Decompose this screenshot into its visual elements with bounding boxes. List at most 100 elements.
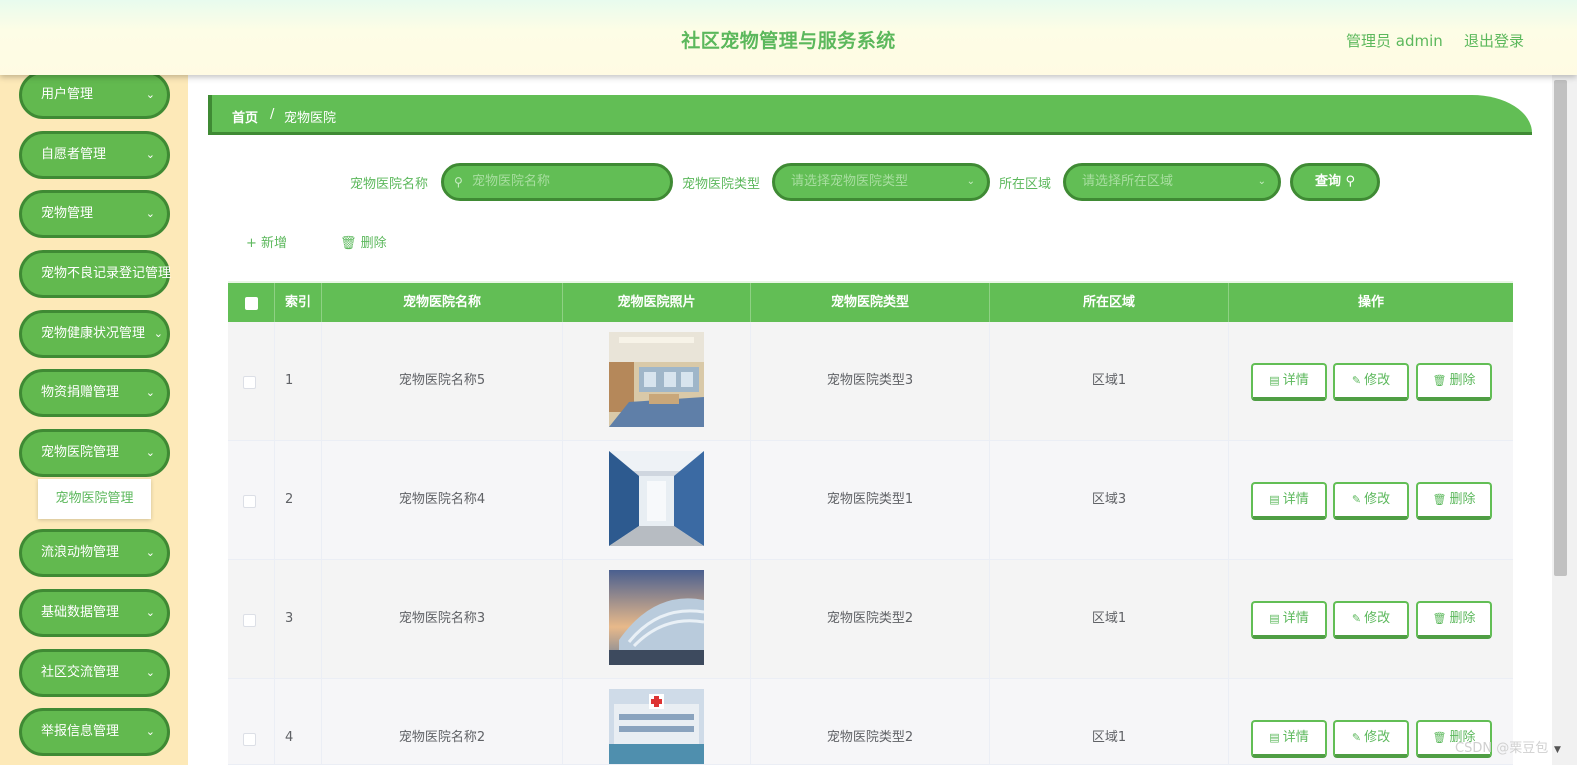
detail-label: 详情: [1282, 492, 1309, 507]
detail-button[interactable]: ▤ 详情: [1251, 482, 1327, 520]
search-icon: ⚲: [1345, 174, 1356, 189]
name-cell: 宠物医院名称3: [322, 560, 563, 678]
name-cell: 宠物医院名称2: [322, 679, 563, 764]
row-checkbox[interactable]: [243, 614, 256, 627]
name-cell: 宠物医院名称4: [322, 441, 563, 559]
edit-button[interactable]: ✎ 修改: [1333, 601, 1409, 639]
row-checkbox[interactable]: [243, 733, 256, 746]
detail-button[interactable]: ▤ 详情: [1251, 363, 1327, 401]
current-user: 管理员 admin: [1346, 32, 1443, 50]
select-all-checkbox[interactable]: [245, 297, 258, 310]
delete-label: 删除: [360, 236, 387, 251]
edit-button[interactable]: ✎ 修改: [1333, 363, 1409, 401]
header-hospital-name: 宠物医院名称: [322, 283, 563, 322]
edit-label: 修改: [1364, 611, 1391, 626]
chevron-down-icon: ⌄: [145, 666, 155, 679]
table-row: 3 宠物医院名称3 宠物医院类型2 区域1 ▤ 详情 ✎ 修改 🗑 删除: [228, 560, 1513, 679]
detail-label: 详情: [1282, 611, 1309, 626]
area-cell: 区域1: [990, 322, 1229, 440]
row-checkbox[interactable]: [243, 495, 256, 508]
sidebar-item-pet-bad-records[interactable]: 宠物不良记录登记管理: [19, 250, 172, 298]
hospital-type-placeholder: 请选择宠物医院类型: [791, 174, 909, 189]
row-checkbox[interactable]: [243, 376, 256, 389]
trash-icon: 🗑: [1432, 493, 1447, 506]
add-button[interactable]: + 新增: [246, 232, 287, 251]
sidebar-item-label: 宠物不良记录登记管理: [41, 266, 172, 281]
logout-link[interactable]: 退出登录: [1464, 30, 1524, 51]
detail-button[interactable]: ▤ 详情: [1251, 601, 1327, 639]
scrollbar-thumb[interactable]: [1554, 80, 1567, 576]
scroll-down-arrow-icon[interactable]: ▼: [1554, 745, 1561, 755]
table-row: 1 宠物医院名称5 宠物医院类型3 区域1 ▤ 详情 ✎ 修改 🗑 删除: [228, 322, 1513, 441]
add-label: 新增: [261, 236, 288, 251]
app-title: 社区宠物管理与服务系统: [681, 30, 896, 52]
hospital-photo: [609, 332, 704, 427]
pencil-icon: ✎: [1351, 731, 1362, 744]
document-icon: ▤: [1269, 374, 1280, 387]
hospital-photo: [609, 451, 704, 546]
edit-button[interactable]: ✎ 修改: [1333, 720, 1409, 758]
sidebar-subitem-pet-hospitals[interactable]: 宠物医院管理: [38, 479, 151, 519]
pencil-icon: ✎: [1351, 493, 1362, 506]
breadcrumb-home[interactable]: 首页: [232, 107, 258, 126]
hospital-type-select[interactable]: 请选择宠物医院类型 ⌄: [772, 163, 990, 201]
breadcrumb-current: 宠物医院: [284, 111, 337, 126]
sidebar-item-strays[interactable]: 流浪动物管理 ⌄: [19, 529, 170, 577]
table-row: 4 宠物医院名称2 宠物医院类型2 区域1 ▤ 详情 ✎ 修改 🗑 删除: [228, 679, 1513, 765]
select-cell: [228, 679, 275, 764]
sidebar-item-pet-hospitals[interactable]: 宠物医院管理 ⌄: [19, 429, 170, 477]
chevron-down-icon: ⌄: [145, 88, 155, 101]
table-header: 索引 宠物医院名称 宠物医院照片 宠物医院类型 所在区域 操作: [228, 281, 1513, 322]
chevron-down-icon: ⌄: [145, 606, 155, 619]
trash-icon: 🗑: [1432, 612, 1447, 625]
pencil-icon: ✎: [1351, 374, 1362, 387]
name-cell: 宠物医院名称5: [322, 322, 563, 440]
edit-label: 修改: [1364, 373, 1391, 388]
detail-button[interactable]: ▤ 详情: [1251, 720, 1327, 758]
chevron-down-icon: ⌄: [145, 546, 155, 559]
sidebar-item-users[interactable]: 用户管理 ⌄: [19, 75, 170, 119]
chevron-down-icon: ⌄: [145, 207, 155, 220]
header-hospital-type: 宠物医院类型: [751, 283, 990, 322]
index-cell: 4: [275, 679, 322, 764]
sidebar-item-pet-health[interactable]: 宠物健康状况管理 ⌄: [19, 310, 170, 358]
trash-icon: 🗑: [1432, 731, 1447, 744]
edit-label: 修改: [1364, 492, 1391, 507]
delete-label: 删除: [1449, 611, 1476, 626]
index-cell: 3: [275, 560, 322, 678]
type-cell: 宠物医院类型2: [751, 679, 990, 764]
chevron-down-icon: ⌄: [145, 386, 155, 399]
sidebar-item-volunteers[interactable]: 自愿者管理 ⌄: [19, 131, 170, 179]
area-placeholder: 请选择所在区域: [1082, 174, 1174, 189]
sidebar-item-label: 宠物健康状况管理: [41, 326, 146, 341]
sidebar-item-label: 自愿者管理: [41, 147, 107, 162]
sidebar-item-label: 举报信息管理: [41, 724, 120, 739]
chevron-down-icon: ⌄: [1257, 176, 1266, 187]
delete-button[interactable]: 🗑 删除: [1416, 482, 1492, 520]
area-select[interactable]: 请选择所在区域 ⌄: [1063, 163, 1281, 201]
edit-button[interactable]: ✎ 修改: [1333, 482, 1409, 520]
batch-delete-button[interactable]: 🗑 删除: [340, 232, 387, 251]
hospital-photo: [609, 689, 704, 764]
sidebar-item-reports[interactable]: 举报信息管理 ⌄: [19, 708, 170, 756]
breadcrumb: 首页 / 宠物医院: [208, 95, 1532, 135]
watermark: CSDN @栗豆包: [1455, 741, 1549, 756]
sidebar-item-community[interactable]: 社区交流管理 ⌄: [19, 649, 170, 697]
document-icon: ▤: [1269, 493, 1280, 506]
sidebar-item-pets[interactable]: 宠物管理 ⌄: [19, 190, 170, 238]
header-hospital-photo: 宠物医院照片: [563, 283, 751, 322]
hospital-name-input[interactable]: ⚲ 宠物医院名称: [441, 163, 673, 201]
delete-button[interactable]: 🗑 删除: [1416, 363, 1492, 401]
index-cell: 1: [275, 322, 322, 440]
header-select-cell: [228, 283, 275, 322]
header-actions: 操作: [1357, 295, 1384, 310]
sidebar-item-base-data[interactable]: 基础数据管理 ⌄: [19, 589, 170, 637]
delete-button[interactable]: 🗑 删除: [1416, 601, 1492, 639]
search-icon: ⚲: [454, 175, 463, 189]
sidebar-item-donations[interactable]: 物资捐赠管理 ⌄: [19, 369, 170, 417]
type-cell: 宠物医院类型3: [751, 322, 990, 440]
area-cell: 区域1: [990, 679, 1229, 764]
query-button[interactable]: 查询 ⚲: [1290, 163, 1380, 201]
header-area: 所在区域: [990, 283, 1229, 322]
chevron-down-icon: ⌄: [145, 446, 155, 459]
